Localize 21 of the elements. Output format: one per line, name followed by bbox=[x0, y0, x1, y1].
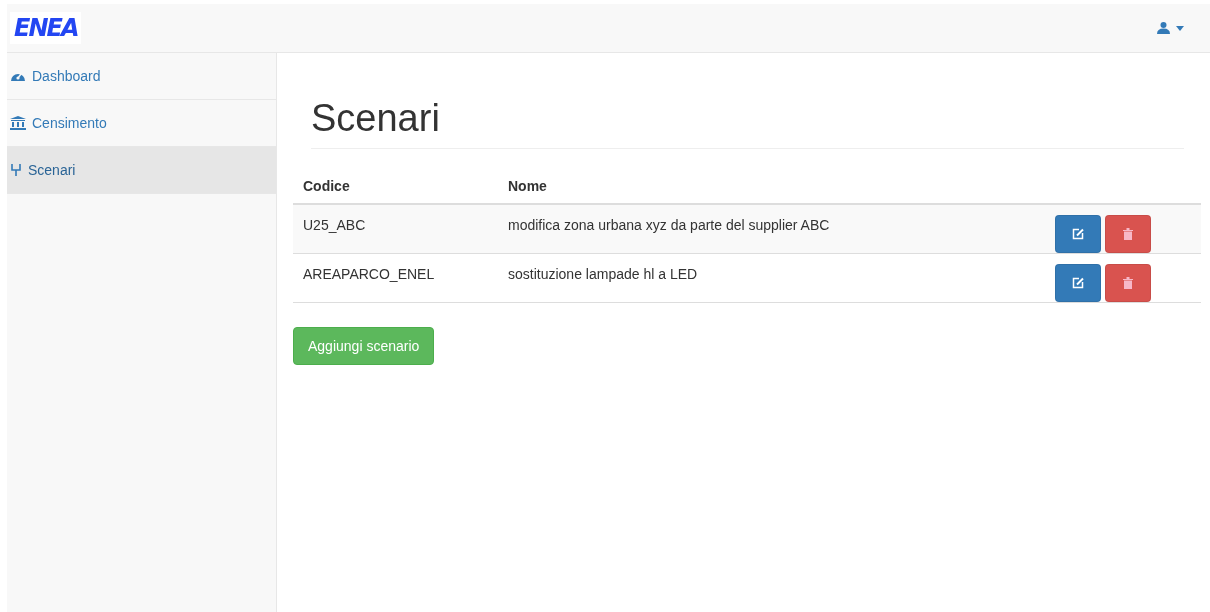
table-cell: U25_ABC bbox=[293, 204, 498, 254]
add-scenario-button[interactable]: Aggiungi scenario bbox=[293, 327, 435, 365]
edit-button[interactable] bbox=[1055, 264, 1101, 302]
fork-icon bbox=[10, 163, 22, 177]
delete-button[interactable] bbox=[1105, 264, 1151, 302]
logo: ENEA bbox=[10, 12, 82, 44]
trash-icon bbox=[1123, 228, 1133, 240]
bank-icon bbox=[10, 116, 26, 130]
user-icon bbox=[1157, 22, 1170, 34]
user-menu-button[interactable] bbox=[1157, 22, 1184, 34]
delete-button[interactable] bbox=[1105, 215, 1151, 253]
table-cell: sostituzione lampade hl a LED bbox=[498, 253, 1051, 303]
edit-button[interactable] bbox=[1055, 215, 1101, 253]
sidebar-item[interactable]: Scenari bbox=[7, 147, 276, 194]
table-cell: modifica zona urbana xyz da parte del supplier ABC bbox=[498, 204, 1051, 254]
edit-icon bbox=[1072, 277, 1084, 289]
edit-icon bbox=[1072, 228, 1084, 240]
table-cell: AREAPARCO_ENEL bbox=[293, 253, 498, 303]
caret-icon bbox=[1176, 25, 1184, 31]
trash-icon bbox=[1123, 277, 1133, 289]
page-title: Scenari bbox=[311, 97, 1184, 149]
